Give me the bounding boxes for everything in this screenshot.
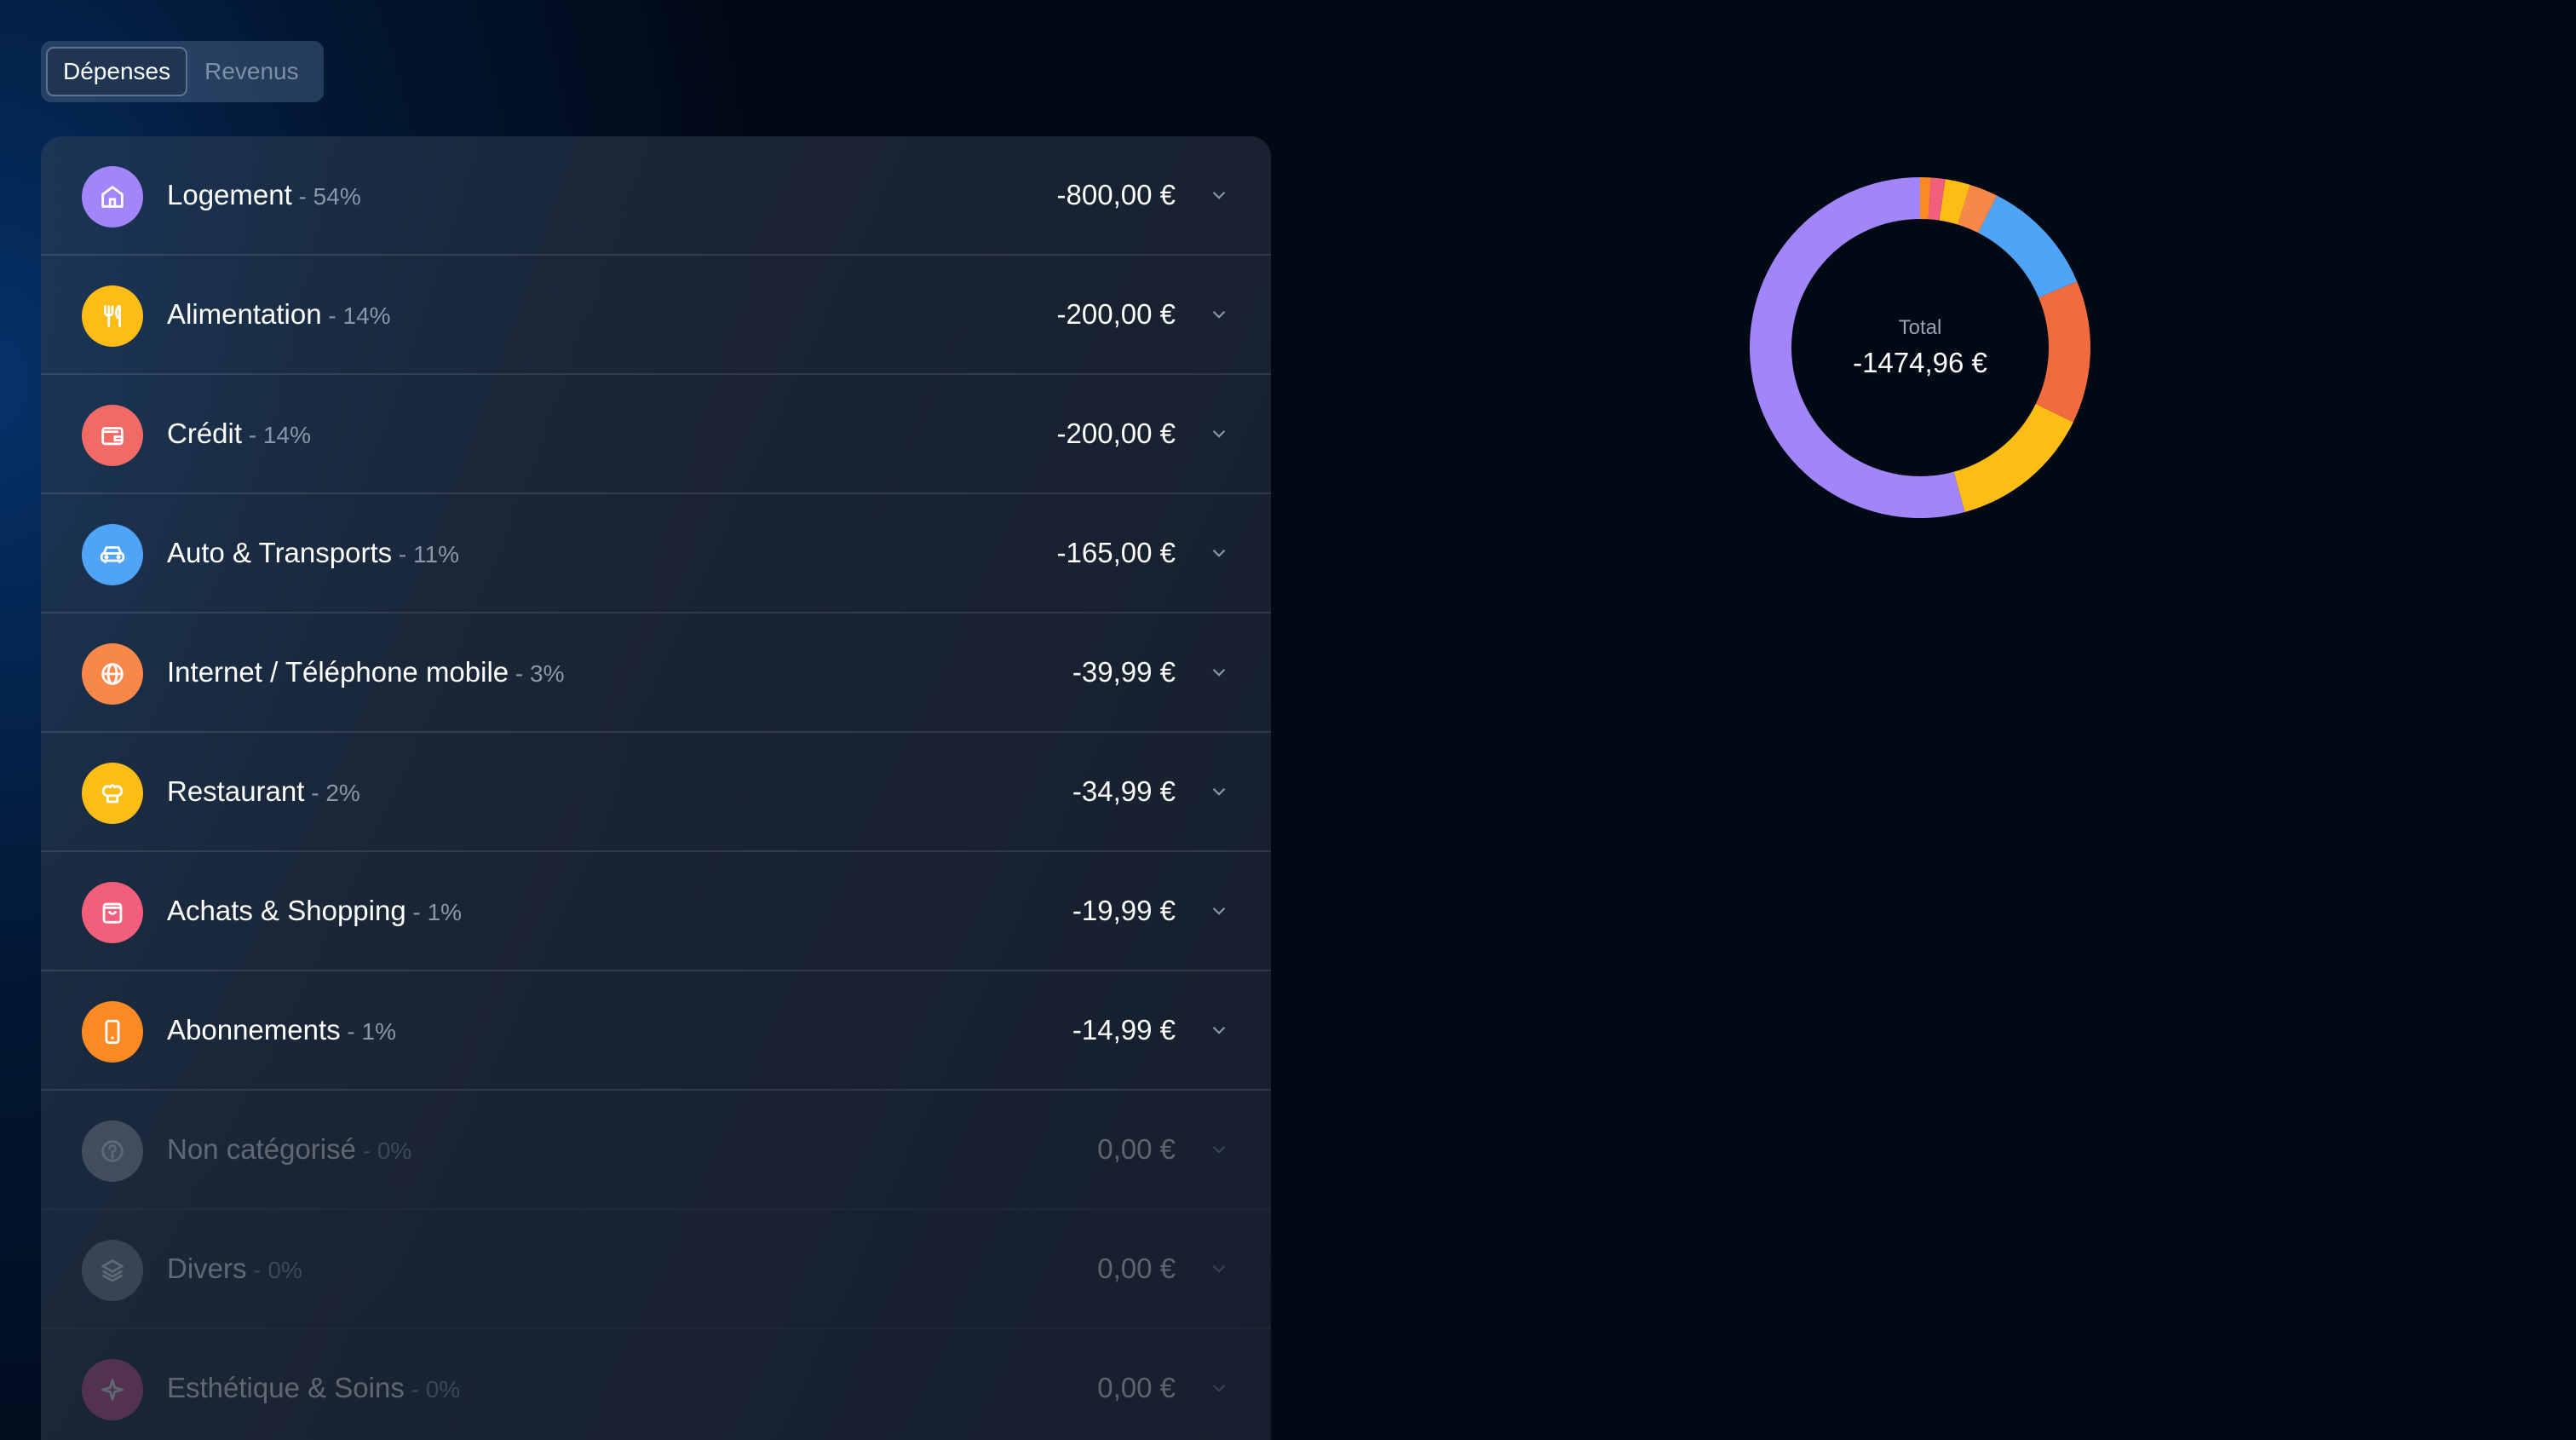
- donut-chart: Total -1474,96 €: [1748, 176, 2092, 520]
- category-separator: -: [246, 1257, 268, 1283]
- category-amount: 0,00 €: [1097, 1133, 1176, 1165]
- car-icon: [82, 524, 143, 585]
- category-name: Divers: [167, 1253, 247, 1284]
- category-amount: -165,00 €: [1056, 537, 1176, 568]
- chevron-down-icon[interactable]: [1208, 1019, 1230, 1041]
- category-name: Restaurant: [167, 775, 305, 807]
- category-row-internet-telephone[interactable]: Internet / Téléphone mobile - 3% -39,99 …: [41, 613, 1271, 733]
- category-percent: 14%: [262, 422, 311, 448]
- category-amount: 0,00 €: [1097, 1253, 1176, 1284]
- category-name: Alimentation: [167, 298, 322, 330]
- category-label: Achats & Shopping - 1%: [167, 895, 462, 927]
- category-amount: -19,99 €: [1072, 895, 1176, 926]
- category-separator: -: [405, 899, 428, 925]
- category-separator: -: [321, 302, 343, 329]
- category-separator: -: [304, 780, 326, 806]
- sparkle-icon: [82, 1359, 143, 1420]
- category-row-auto-transports[interactable]: Auto & Transports - 11% -165,00 €: [41, 494, 1271, 613]
- chevron-down-icon[interactable]: [1208, 900, 1230, 922]
- wallet-icon: [82, 405, 143, 466]
- category-amount: -800,00 €: [1056, 179, 1176, 210]
- category-row-abonnements[interactable]: Abonnements - 1% -14,99 €: [41, 971, 1271, 1091]
- category-percent: 54%: [313, 183, 361, 210]
- category-separator: -: [404, 1376, 426, 1403]
- chef-hat-icon: [82, 763, 143, 824]
- smartphone-icon: [82, 1001, 143, 1063]
- category-row-restaurant[interactable]: Restaurant - 2% -34,99 €: [41, 733, 1271, 852]
- category-row-logement[interactable]: Logement - 54% -800,00 €: [41, 136, 1271, 256]
- category-label: Non catégorisé - 0%: [167, 1133, 411, 1166]
- donut-center: Total -1474,96 €: [1748, 176, 2092, 520]
- chevron-down-icon[interactable]: [1208, 423, 1230, 445]
- category-separator: -: [355, 1138, 377, 1164]
- app-window: Dépenses Revenus Logement - 54% -800,00 …: [0, 0, 2576, 1440]
- category-label: Crédit - 14%: [167, 418, 311, 450]
- category-row-achats-shopping[interactable]: Achats & Shopping - 1% -19,99 €: [41, 852, 1271, 971]
- category-percent: 14%: [342, 302, 391, 329]
- category-row-alimentation[interactable]: Alimentation - 14% -200,00 €: [41, 256, 1271, 375]
- category-row-non-categorise[interactable]: Non catégorisé - 0% 0,00 €: [41, 1091, 1271, 1210]
- category-label: Logement - 54%: [167, 179, 361, 211]
- globe-icon: [82, 643, 143, 705]
- category-name: Abonnements: [167, 1014, 341, 1045]
- category-label: Alimentation - 14%: [167, 298, 391, 331]
- category-row-credit[interactable]: Crédit - 14% -200,00 €: [41, 375, 1271, 494]
- category-label: Esthétique & Soins - 0%: [167, 1372, 460, 1404]
- category-amount: -200,00 €: [1056, 418, 1176, 449]
- category-row-esthetique-soins[interactable]: Esthétique & Soins - 0% 0,00 €: [41, 1329, 1271, 1440]
- category-label: Auto & Transports - 11%: [167, 537, 459, 569]
- category-percent: 1%: [427, 899, 463, 925]
- category-name: Non catégorisé: [167, 1133, 356, 1165]
- category-label: Divers - 0%: [167, 1253, 302, 1285]
- question-icon: [82, 1120, 143, 1182]
- category-row-divers[interactable]: Divers - 0% 0,00 €: [41, 1210, 1271, 1329]
- category-separator: -: [291, 183, 313, 210]
- category-amount: -34,99 €: [1072, 775, 1176, 807]
- category-name: Auto & Transports: [167, 537, 393, 568]
- category-separator: -: [392, 541, 414, 567]
- category-percent: 0%: [377, 1138, 412, 1164]
- home-icon: [82, 166, 143, 228]
- layers-icon: [82, 1240, 143, 1301]
- category-separator: -: [242, 422, 263, 448]
- tab-depenses[interactable]: Dépenses: [46, 47, 188, 96]
- category-percent: 1%: [361, 1018, 396, 1045]
- chevron-down-icon[interactable]: [1208, 661, 1230, 683]
- chevron-down-icon[interactable]: [1208, 780, 1230, 803]
- chevron-down-icon[interactable]: [1208, 542, 1230, 564]
- category-name: Logement: [167, 179, 292, 210]
- category-separator: -: [340, 1018, 362, 1045]
- shopping-bag-icon: [82, 882, 143, 943]
- tab-revenus[interactable]: Revenus: [189, 47, 314, 96]
- fork-knife-icon: [82, 285, 143, 347]
- category-name: Internet / Téléphone mobile: [167, 656, 509, 688]
- category-amount: -39,99 €: [1072, 656, 1176, 688]
- chevron-down-icon[interactable]: [1208, 1138, 1230, 1161]
- category-percent: 11%: [413, 541, 459, 567]
- categories-panel: Logement - 54% -800,00 € Alimentation - …: [41, 136, 1271, 1440]
- category-label: Internet / Téléphone mobile - 3%: [167, 656, 565, 688]
- chevron-down-icon[interactable]: [1208, 1377, 1230, 1399]
- chevron-down-icon[interactable]: [1208, 1258, 1230, 1280]
- category-name: Achats & Shopping: [167, 895, 406, 926]
- category-percent: 3%: [530, 660, 565, 687]
- donut-total-label: Total: [1898, 316, 1942, 339]
- chevron-down-icon[interactable]: [1208, 303, 1230, 325]
- category-name: Crédit: [167, 418, 243, 449]
- type-tabs: Dépenses Revenus: [41, 41, 324, 102]
- category-percent: 0%: [267, 1257, 302, 1283]
- category-amount: -14,99 €: [1072, 1014, 1176, 1045]
- category-label: Restaurant - 2%: [167, 775, 360, 808]
- category-label: Abonnements - 1%: [167, 1014, 396, 1046]
- category-separator: -: [509, 660, 531, 687]
- category-percent: 0%: [425, 1376, 461, 1403]
- category-amount: 0,00 €: [1097, 1372, 1176, 1403]
- category-amount: -200,00 €: [1056, 298, 1176, 330]
- category-percent: 2%: [325, 780, 360, 806]
- chevron-down-icon[interactable]: [1208, 184, 1230, 206]
- donut-total-value: -1474,96 €: [1853, 347, 1987, 378]
- category-name: Esthétique & Soins: [167, 1372, 405, 1403]
